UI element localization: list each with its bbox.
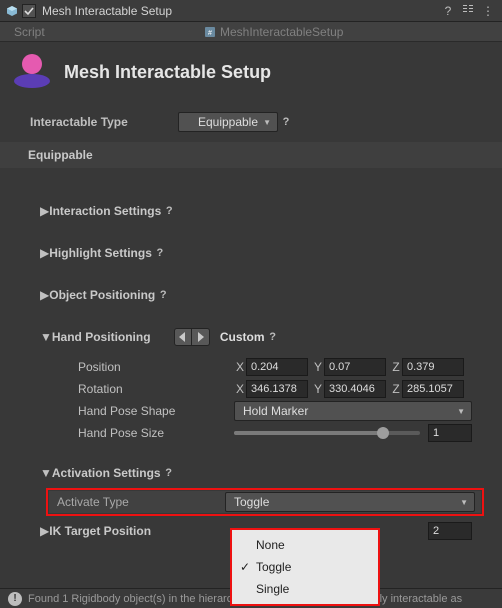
interactable-type-row: Interactable Type Equippable▼ ? — [0, 108, 502, 136]
rotation-x-input[interactable] — [246, 380, 308, 398]
chevron-down-icon: ▼ — [40, 330, 52, 344]
help-icon[interactable]: ? — [278, 114, 294, 130]
chevron-right-icon: ▶ — [40, 204, 49, 218]
hand-pose-size-row: Hand Pose Size — [0, 422, 490, 444]
hand-pose-size-slider[interactable] — [234, 431, 420, 435]
chevron-down-icon: ▼ — [263, 118, 271, 127]
ik-target-count[interactable] — [428, 522, 472, 540]
interactable-type-dropdown[interactable]: Equippable▼ — [178, 112, 278, 132]
popup-option-single[interactable]: Single — [232, 578, 378, 600]
script-label: Script — [14, 25, 204, 39]
hand-positioning-mode: Custom — [220, 330, 265, 344]
chevron-right-icon: ▶ — [40, 288, 49, 302]
help-icon[interactable]: ? — [161, 465, 177, 481]
interactable-type-label: Interactable Type — [30, 115, 178, 129]
rotation-y-input[interactable] — [324, 380, 386, 398]
rotation-row: Rotation X Y Z — [0, 378, 490, 400]
hand-positioning-stepper[interactable] — [174, 328, 210, 346]
interaction-settings-foldout[interactable]: ▶ Interaction Settings ? — [0, 198, 490, 224]
hand-positioning-foldout[interactable]: ▼ Hand Positioning Custom ? — [0, 324, 490, 350]
warning-icon: ! — [8, 592, 22, 606]
position-row: Position X Y Z — [0, 356, 490, 378]
help-icon[interactable]: ? — [152, 245, 168, 261]
activation-settings-foldout[interactable]: ▼ Activation Settings ? — [0, 460, 490, 486]
activate-type-label: Activate Type — [49, 495, 225, 509]
position-x-input[interactable] — [246, 358, 308, 376]
hero-title: Mesh Interactable Setup — [64, 62, 271, 83]
object-positioning-foldout[interactable]: ▶ Object Positioning ? — [0, 282, 490, 308]
chevron-down-icon: ▼ — [460, 498, 468, 507]
activate-type-dropdown[interactable]: Toggle▼ — [225, 492, 475, 512]
component-icon — [6, 5, 18, 17]
stepper-next[interactable] — [192, 328, 210, 346]
help-reference-icon[interactable]: ? — [440, 4, 456, 18]
position-z-input[interactable] — [402, 358, 464, 376]
activate-type-popup: None Toggle Single — [230, 528, 380, 606]
component-header: Mesh Interactable Setup ? ⋮ — [0, 0, 502, 22]
position-y-input[interactable] — [324, 358, 386, 376]
stepper-prev[interactable] — [174, 328, 192, 346]
chevron-down-icon: ▼ — [457, 407, 465, 416]
help-icon[interactable]: ? — [161, 203, 177, 219]
component-title: Mesh Interactable Setup — [42, 4, 436, 18]
popup-option-toggle[interactable]: Toggle — [232, 556, 378, 578]
presets-icon[interactable] — [460, 3, 476, 18]
mesh-interactable-icon — [12, 52, 52, 92]
hand-pose-size-label: Hand Pose Size — [78, 426, 234, 440]
chevron-right-icon: ▶ — [40, 246, 49, 260]
script-asset-icon: # — [204, 26, 216, 38]
hand-pose-shape-dropdown[interactable]: Hold Marker▼ — [234, 401, 472, 421]
context-menu-icon[interactable]: ⋮ — [480, 4, 496, 18]
activate-type-highlight: Activate Type Toggle▼ — [46, 488, 484, 516]
hand-pose-shape-row: Hand Pose Shape Hold Marker▼ — [0, 400, 490, 422]
highlight-settings-foldout[interactable]: ▶ Highlight Settings ? — [0, 240, 490, 266]
rotation-z-input[interactable] — [402, 380, 464, 398]
hand-pose-size-value[interactable] — [428, 424, 472, 442]
svg-text:#: # — [208, 30, 212, 37]
chevron-down-icon: ▼ — [40, 466, 52, 480]
popup-option-none[interactable]: None — [232, 534, 378, 556]
help-icon[interactable]: ? — [155, 287, 171, 303]
hand-pose-shape-label: Hand Pose Shape — [78, 404, 234, 418]
enabled-checkbox[interactable] — [22, 4, 36, 18]
script-value: MeshInteractableSetup — [220, 25, 343, 39]
chevron-right-icon: ▶ — [40, 524, 49, 538]
hero-row: Mesh Interactable Setup — [0, 42, 502, 108]
equippable-header: Equippable — [0, 142, 502, 168]
script-field-row: Script # MeshInteractableSetup — [0, 22, 502, 42]
rotation-label: Rotation — [78, 382, 234, 396]
help-icon[interactable]: ? — [265, 329, 281, 345]
position-label: Position — [78, 360, 234, 374]
